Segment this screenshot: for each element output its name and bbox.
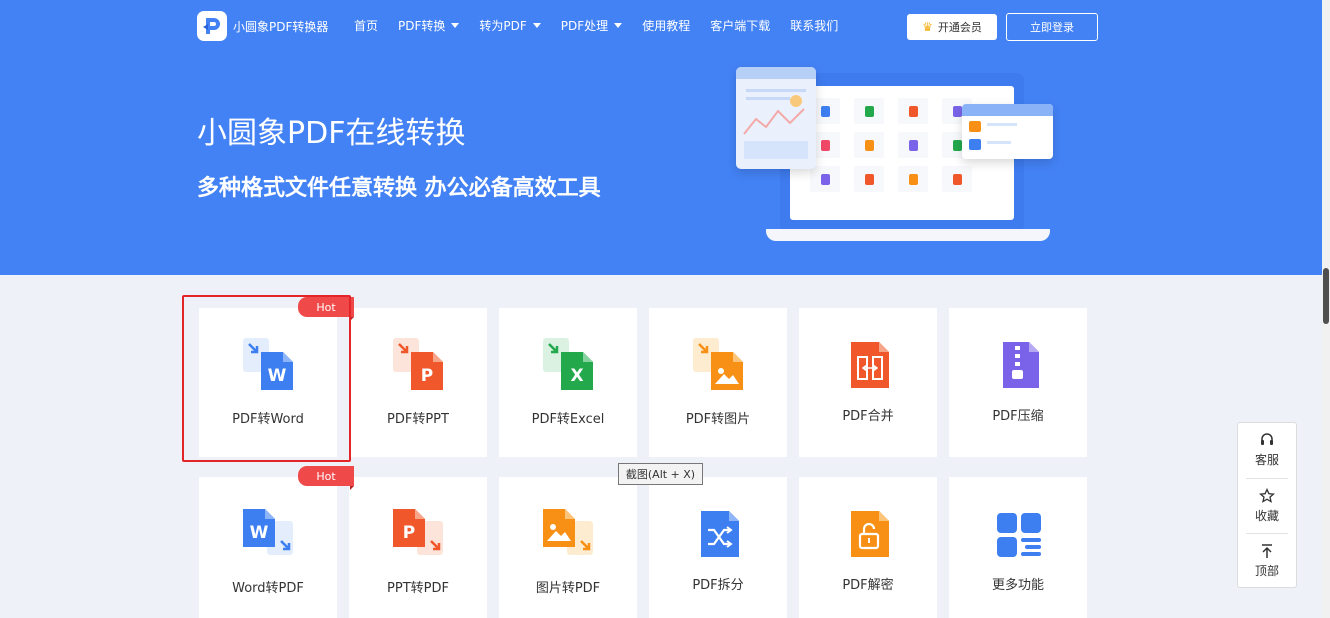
- pdf-to-excel-icon: X: [543, 338, 595, 392]
- tool-label: Word转PDF: [232, 581, 304, 596]
- login-label: 立即登录: [1030, 21, 1074, 34]
- image-to-pdf-icon: [543, 507, 595, 561]
- tool-card-pdf-to-image[interactable]: PDF转图片: [649, 308, 787, 457]
- pdf-decrypt-icon: [843, 507, 895, 561]
- nav-item-tutorial[interactable]: 使用教程: [642, 17, 690, 34]
- tool-label: PDF转图片: [685, 412, 751, 427]
- tool-label: 更多功能: [991, 578, 1044, 593]
- back-to-top-button[interactable]: 顶部: [1238, 534, 1296, 588]
- tool-label: 图片转PDF: [535, 581, 601, 596]
- pdf-to-ppt-icon: P: [393, 338, 445, 392]
- pdf-merge-icon: [843, 338, 895, 392]
- hot-badge: Hot: [298, 466, 354, 486]
- crown-icon: ♛: [922, 20, 933, 34]
- tool-card-pdf-compress[interactable]: PDF压缩: [949, 308, 1087, 457]
- selection-highlight: [182, 295, 351, 462]
- nav-label: 使用教程: [642, 19, 691, 33]
- nav-item-contact[interactable]: 联系我们: [790, 17, 838, 34]
- scrollbar-thumb[interactable]: [1323, 268, 1329, 324]
- tool-card-image-to-pdf[interactable]: 图片转PDF: [499, 477, 637, 618]
- mini-tile: [942, 166, 972, 192]
- nav-label: 联系我们: [790, 19, 839, 33]
- tool-card-pdf-to-excel[interactable]: X PDF转Excel: [499, 308, 637, 457]
- page-scrollbar[interactable]: [1322, 0, 1330, 618]
- tool-label: PDF转PPT: [387, 412, 449, 427]
- hot-badge-fold: [350, 486, 354, 490]
- tool-card-pdf-split[interactable]: PDF拆分: [649, 477, 787, 618]
- tool-label: PDF转Excel: [531, 412, 605, 427]
- pdf-split-icon: [693, 507, 745, 561]
- svg-text:W: W: [250, 523, 269, 543]
- tool-card-pdf-merge[interactable]: PDF合并: [799, 308, 937, 457]
- nav-label: 首页: [354, 19, 379, 33]
- mini-tile: [898, 98, 928, 124]
- pdf-compress-icon: [993, 338, 1045, 392]
- mini-tile: [854, 98, 884, 124]
- nav-item-to-pdf[interactable]: 转为PDF: [479, 17, 541, 34]
- mini-tile: [854, 132, 884, 158]
- tool-label: PDF压缩: [992, 409, 1044, 424]
- nav-item-download[interactable]: 客户端下载: [710, 17, 770, 34]
- svg-text:P: P: [403, 523, 415, 543]
- nav-item-pdf-process[interactable]: PDF处理: [560, 17, 623, 34]
- star-icon: [1259, 488, 1275, 503]
- brand-logo[interactable]: 小圆象PDF转换器: [197, 11, 328, 41]
- svg-text:X: X: [570, 366, 583, 386]
- tool-card-ppt-to-pdf[interactable]: P PPT转PDF: [349, 477, 487, 618]
- pdf-to-image-icon: [693, 338, 745, 392]
- vip-button[interactable]: ♛ 开通会员: [907, 14, 997, 40]
- svg-text:P: P: [421, 366, 433, 386]
- favorite-button[interactable]: 收藏: [1238, 479, 1296, 533]
- nav-label: PDF处理: [560, 19, 609, 33]
- nav-label: 客户端下载: [710, 19, 771, 33]
- side-label: 顶部: [1254, 564, 1279, 578]
- tool-label: PDF解密: [842, 578, 894, 593]
- tool-card-pdf-decrypt[interactable]: PDF解密: [799, 477, 937, 618]
- tool-card-pdf-to-ppt[interactable]: P PDF转PPT: [349, 308, 487, 457]
- customer-service-button[interactable]: 客服: [1238, 423, 1296, 477]
- headset-icon: [1261, 433, 1273, 445]
- side-float-panel: 客服 收藏 顶部: [1237, 422, 1297, 588]
- tool-card-word-to-pdf[interactable]: W Word转PDF: [199, 477, 337, 618]
- hero-subtitle: 多种格式文件任意转换 办公必备高效工具: [197, 176, 601, 201]
- ppt-to-pdf-icon: P: [393, 507, 445, 561]
- tool-label: PDF合并: [842, 409, 894, 424]
- nav-item-home[interactable]: 首页: [354, 17, 378, 34]
- nav-label: 转为PDF: [479, 19, 527, 33]
- more-features-icon: [993, 507, 1045, 561]
- main-menu: 首页 PDF转换 转为PDF PDF处理 使用教程 客户端下载 联系我们: [354, 17, 858, 34]
- image-card-illustration: [962, 104, 1053, 159]
- hero-banner: 小圆象PDF转换器 首页 PDF转换 转为PDF PDF处理 使用教程 客户端下…: [0, 0, 1322, 275]
- mini-tile: [810, 166, 840, 192]
- brand-name: 小圆象PDF转换器: [233, 19, 329, 34]
- tool-card-more-features[interactable]: 更多功能: [949, 477, 1087, 618]
- screenshot-tooltip: 截图(Alt + X): [618, 463, 703, 485]
- chevron-down-icon: [614, 23, 623, 28]
- side-label: 收藏: [1254, 509, 1279, 523]
- chevron-down-icon: [532, 23, 541, 28]
- mini-tile: [898, 132, 928, 158]
- tool-label: PPT转PDF: [387, 581, 449, 596]
- arrow-up-icon: [1262, 544, 1272, 558]
- laptop-base: [766, 229, 1050, 241]
- vip-label: 开通会员: [937, 21, 982, 34]
- chevron-down-icon: [451, 23, 460, 28]
- nav-label: PDF转换: [398, 19, 446, 33]
- logo-icon: [197, 11, 227, 41]
- app-grid-preview: [810, 98, 976, 192]
- hero-title: 小圆象PDF在线转换: [197, 116, 466, 151]
- tool-label: PDF拆分: [692, 578, 744, 593]
- nav-item-pdf-convert[interactable]: PDF转换: [398, 17, 460, 34]
- chart-card-illustration: [736, 67, 816, 169]
- login-button[interactable]: 立即登录: [1006, 13, 1098, 41]
- word-to-pdf-icon: W: [243, 507, 295, 561]
- mini-tile: [854, 166, 884, 192]
- mini-tile: [898, 166, 928, 192]
- side-label: 客服: [1254, 453, 1279, 467]
- top-nav: 小圆象PDF转换器 首页 PDF转换 转为PDF PDF处理 使用教程 客户端下…: [0, 0, 1322, 52]
